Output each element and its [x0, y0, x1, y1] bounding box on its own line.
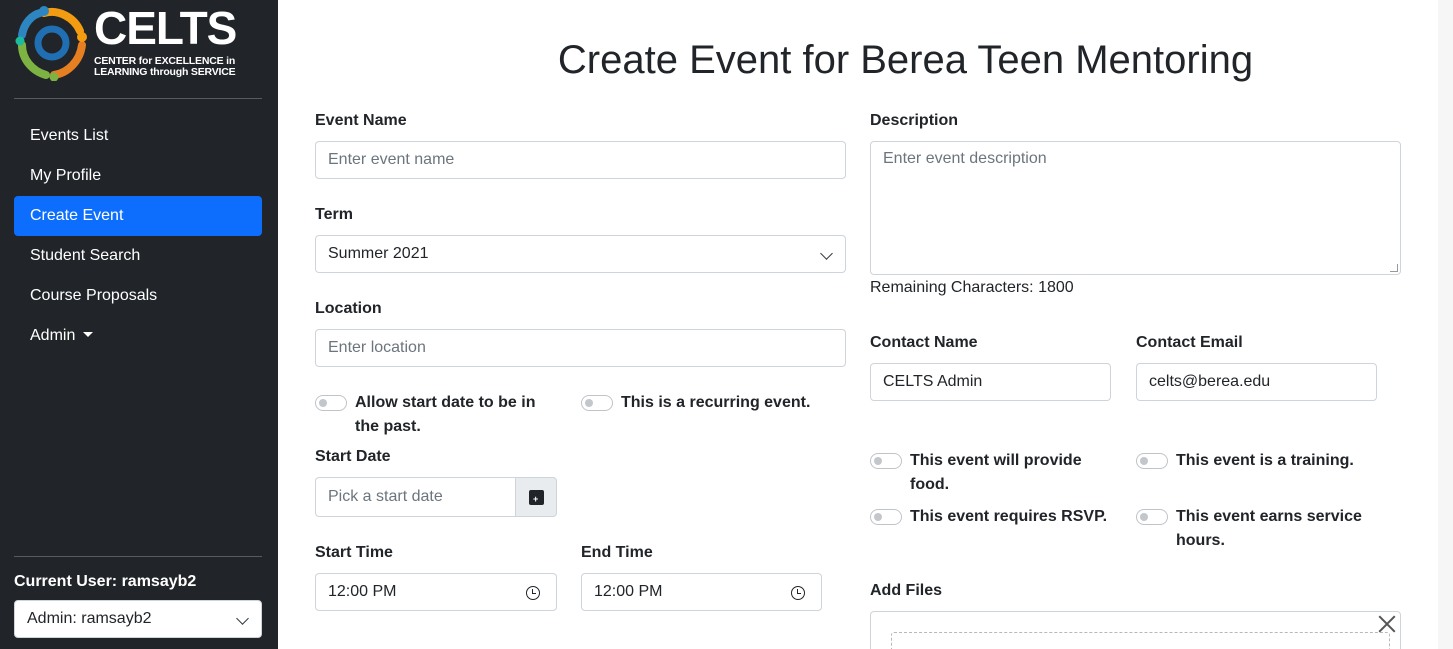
logo-title: CELTS — [94, 2, 237, 54]
clock-icon[interactable] — [526, 586, 540, 600]
window-edge — [1438, 0, 1453, 649]
close-icon[interactable] — [1376, 613, 1398, 635]
start-time-value: 12:00 PM — [328, 583, 397, 600]
sidebar-item-label: Events List — [30, 127, 109, 144]
chevron-down-icon — [820, 247, 833, 260]
sidebar-item-label: My Profile — [30, 167, 102, 184]
logo-subtitle-line2: LEARNING through SERVICE — [94, 66, 236, 78]
sidebar-divider-top — [14, 98, 262, 99]
service-hours-label: This event earns service hours. — [1176, 508, 1362, 549]
event-name-input[interactable]: Enter event name — [315, 141, 846, 179]
sidebar-divider-bottom — [14, 556, 262, 557]
location-input[interactable]: Enter location — [315, 329, 846, 367]
resize-grip-icon[interactable] — [1390, 264, 1398, 272]
start-date-input[interactable]: Pick a start date — [315, 477, 516, 517]
add-files-label: Add Files — [870, 582, 943, 599]
remaining-characters: Remaining Characters: 1800 — [870, 279, 1074, 296]
start-time-input[interactable]: 12:00 PM — [315, 573, 557, 611]
sidebar-item-my-profile[interactable]: My Profile — [14, 156, 262, 196]
sidebar-item-label: Course Proposals — [30, 287, 158, 304]
requires-rsvp-label: This event requires RSVP. — [910, 508, 1108, 525]
page-title: Create Event for Berea Teen Mentoring — [557, 38, 1254, 82]
recurring-event-label: This is a recurring event. — [621, 394, 811, 411]
date-picker-button[interactable]: + — [515, 477, 557, 517]
current-user-label: Current User: ramsayb2 — [14, 573, 197, 590]
service-hours-toggle[interactable] — [1136, 509, 1168, 525]
start-time-label: Start Time — [315, 544, 393, 561]
term-label: Term — [315, 206, 353, 223]
allow-past-start-label: Allow start date to be in the past. — [355, 394, 536, 435]
contact-name-input[interactable]: CELTS Admin — [870, 363, 1111, 401]
sidebar-item-label: Create Event — [30, 207, 124, 224]
file-drop-area[interactable] — [891, 632, 1390, 649]
location-label: Location — [315, 300, 382, 317]
description-placeholder: Enter event description — [883, 150, 1047, 167]
sidebar-item-events-list[interactable]: Events List — [14, 116, 262, 156]
logo-subtitle: CENTER for EXCELLENCE in LEARNING throug… — [94, 56, 236, 78]
caret-down-icon — [83, 332, 94, 337]
allow-past-start-toggle[interactable] — [315, 395, 347, 411]
sidebar-item-label: Admin — [30, 327, 76, 344]
recurring-event-toggle[interactable] — [581, 395, 613, 411]
term-select[interactable]: Summer 2021 — [315, 235, 846, 273]
training-label: This event is a training. — [1176, 452, 1354, 469]
user-select[interactable]: Admin: ramsayb2 — [14, 600, 262, 638]
celts-logo[interactable]: CELTS CENTER for EXCELLENCE in LEARNING … — [14, 2, 254, 85]
term-select-value: Summer 2021 — [328, 245, 429, 262]
description-label: Description — [870, 112, 959, 129]
end-time-label: End Time — [581, 544, 653, 561]
sidebar: CELTS CENTER for EXCELLENCE in LEARNING … — [0, 0, 278, 649]
clock-icon[interactable] — [791, 586, 805, 600]
sidebar-item-create-event[interactable]: Create Event — [14, 196, 262, 236]
contact-name-label: Contact Name — [870, 334, 978, 351]
end-time-value: 12:00 PM — [594, 583, 663, 600]
sidebar-item-admin[interactable]: Admin — [14, 316, 262, 356]
file-dropzone[interactable] — [870, 611, 1401, 649]
requires-rsvp-toggle[interactable] — [870, 509, 902, 525]
sidebar-item-label: Student Search — [30, 247, 141, 264]
start-date-label: Start Date — [315, 448, 391, 465]
chevron-down-icon — [236, 612, 249, 625]
provide-food-label: This event will provide food. — [910, 452, 1082, 493]
training-toggle[interactable] — [1136, 453, 1168, 469]
calendar-plus-icon: + — [529, 490, 544, 505]
event-name-label: Event Name — [315, 112, 407, 129]
sidebar-item-course-proposals[interactable]: Course Proposals — [14, 276, 262, 316]
provide-food-toggle[interactable] — [870, 453, 902, 469]
end-time-input[interactable]: 12:00 PM — [581, 573, 822, 611]
description-textarea[interactable]: Enter event description — [870, 141, 1401, 275]
sidebar-item-student-search[interactable]: Student Search — [14, 236, 262, 276]
contact-email-label: Contact Email — [1136, 334, 1243, 351]
contact-email-input[interactable]: celts@berea.edu — [1136, 363, 1377, 401]
sidebar-nav: Events List My Profile Create Event Stud… — [14, 116, 262, 356]
celts-logo-icon — [15, 6, 87, 81]
user-select-value: Admin: ramsayb2 — [27, 610, 152, 627]
